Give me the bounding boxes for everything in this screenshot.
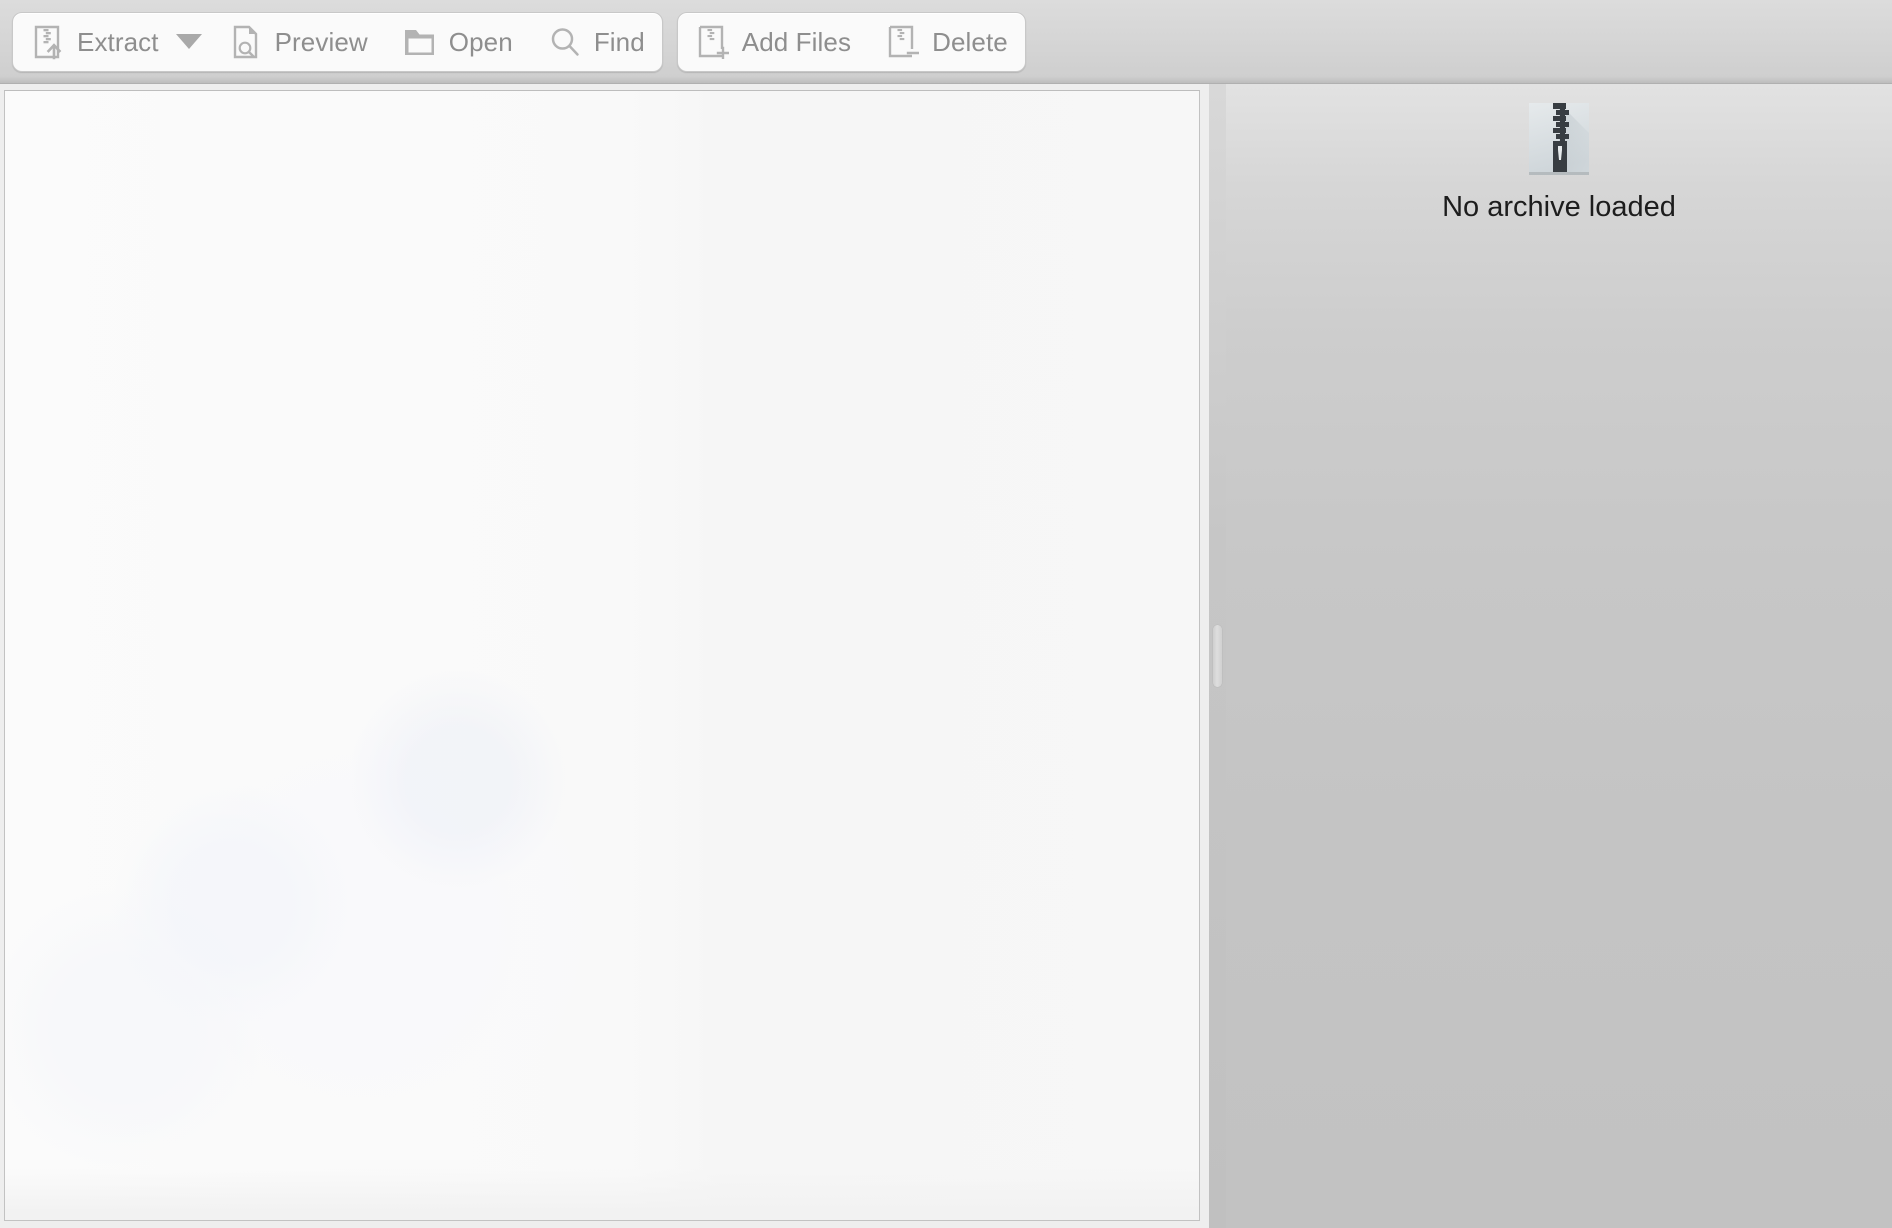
search-icon — [547, 22, 583, 62]
extract-button-label: Extract — [77, 26, 159, 57]
open-button-label: Open — [448, 26, 513, 57]
archive-extract-icon — [30, 22, 66, 62]
archive-file-list[interactable] — [4, 90, 1200, 1221]
main-toolbar: Extract Preview Open Find Add Files Dele… — [0, 0, 1892, 84]
toolbar-group-edit-actions: Add Files Delete — [676, 11, 1026, 72]
extract-dropdown-button[interactable] — [167, 13, 211, 71]
extract-button[interactable]: Extract — [13, 13, 167, 71]
delete-button[interactable]: Delete — [868, 13, 1025, 71]
open-button[interactable]: Open — [385, 13, 530, 71]
left-pane — [0, 84, 1209, 1228]
empty-state-caption: No archive loaded — [1442, 191, 1676, 223]
add-files-button[interactable]: Add Files — [678, 13, 868, 71]
main-content-area: No archive loaded — [0, 84, 1892, 1228]
chevron-down-icon — [175, 34, 202, 49]
find-button[interactable]: Find — [530, 13, 662, 71]
delete-button-label: Delete — [932, 26, 1008, 57]
add-files-button-label: Add Files — [741, 26, 852, 57]
preview-button-label: Preview — [274, 26, 368, 57]
zip-archive-icon — [1520, 100, 1598, 178]
archive-manager-window: Extract Preview Open Find Add Files Dele… — [0, 0, 1892, 1228]
archive-remove-icon — [885, 22, 921, 62]
empty-state: No archive loaded — [1442, 100, 1676, 222]
find-button-label: Find — [593, 26, 645, 57]
toolbar-group-primary-actions: Extract Preview Open Find — [12, 11, 663, 72]
pane-splitter[interactable] — [1209, 84, 1226, 1228]
document-search-icon — [228, 22, 264, 62]
right-pane: No archive loaded — [1226, 84, 1892, 1228]
preview-button[interactable]: Preview — [211, 13, 385, 71]
folder-icon — [402, 22, 438, 62]
archive-add-icon — [695, 22, 731, 62]
splitter-grip-handle[interactable] — [1213, 625, 1222, 687]
